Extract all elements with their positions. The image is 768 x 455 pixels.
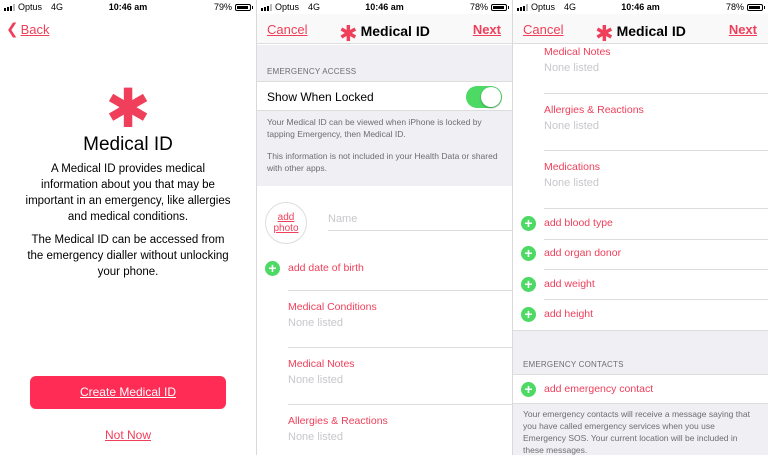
medical-notes-field[interactable]: Medical Notes None listed [288,347,512,404]
add-emergency-contact-label: add emergency contact [544,383,654,395]
edit-screen-bottom: Optus 4G 10:46 am 78% Cancel ✱ Medical ID… [512,0,768,455]
battery-percent: 78% [469,2,488,12]
add-organ-donor-row[interactable]: + add organ donor [513,239,768,269]
status-bar: Optus 4G 10:46 am 78% [513,0,768,14]
add-height-row[interactable]: + add height [513,300,768,330]
field-value: None listed [288,431,344,443]
add-blood-type-label: add blood type [544,217,613,229]
medications-field[interactable]: Medications None listed [544,150,768,207]
field-label: Medications [544,161,601,173]
show-when-locked-label: Show When Locked [267,90,374,104]
back-label: Back [20,22,50,37]
next-button[interactable]: Next [729,22,757,37]
add-height-label: add height [544,308,594,320]
not-now-link[interactable]: Not Now [0,428,256,442]
add-date-of-birth-label: add date of birth [288,262,364,274]
field-label: Medical Conditions [288,301,377,313]
emergency-access-header: EMERGENCY ACCESS [257,45,512,81]
medical-conditions-field[interactable]: Medical Conditions None listed [288,290,512,347]
battery-icon [747,3,765,11]
description-text: A Medical ID provides medical informatio… [25,163,231,223]
field-label: Medical Notes [288,358,355,370]
access-note-text: The Medical ID can be accessed from the … [27,234,229,278]
add-blood-type-row[interactable]: + add blood type [513,209,768,239]
intro-screen: Optus 4G 10:46 am 79% ❮ Back ✱ Medical ID… [0,0,256,455]
field-value: None listed [544,177,600,189]
info-text-2: This information is not included in your… [267,151,498,173]
field-label: Allergies & Reactions [288,415,388,427]
allergies-reactions-field[interactable]: Allergies & Reactions None listed [288,404,512,455]
emergency-access-info: Your Medical ID can be viewed when iPhon… [257,111,512,186]
plus-icon: + [521,277,536,292]
medical-notes-field[interactable]: Medical Notes None listed [544,36,768,93]
add-date-of-birth-row[interactable]: + add date of birth [257,254,512,284]
plus-icon: + [265,261,280,276]
back-button[interactable]: ❮ Back [6,20,49,38]
add-emergency-contact-row[interactable]: + add emergency contact [513,374,768,404]
plus-icon: + [521,307,536,322]
nav-title-label: Medical ID [360,23,430,39]
add-organ-donor-label: add organ donor [544,247,622,259]
nav-bar: Cancel ✱ Medical ID Next [257,14,512,46]
emergency-contacts-header: EMERGENCY CONTACTS [513,330,768,374]
add-photo-button[interactable]: add photo [265,202,307,244]
field-value: None listed [544,120,600,132]
name-input[interactable]: Name [328,213,512,231]
status-bar: Optus 4G 10:46 am 78% [257,0,512,14]
edit-screen-top: Optus 4G 10:46 am 78% Cancel ✱ Medical ID… [256,0,512,455]
create-medical-id-button[interactable]: Create Medical ID [30,376,226,409]
allergies-reactions-field[interactable]: Allergies & Reactions None listed [544,93,768,150]
battery-percent: 78% [725,2,744,12]
plus-icon: + [521,382,536,397]
field-value: None listed [544,62,600,74]
show-when-locked-row: Show When Locked [257,81,512,111]
field-label: Medical Notes [544,46,611,58]
battery-percent: 79% [213,2,232,12]
toggle-knob [481,87,501,107]
field-value: None listed [288,374,344,386]
battery-icon [235,3,253,11]
field-label: Allergies & Reactions [544,104,644,116]
page-title: Medical ID [83,134,173,155]
show-when-locked-toggle[interactable] [466,86,502,108]
medical-asterisk-icon: ✱ [105,79,151,139]
field-value: None listed [288,317,344,329]
emergency-contacts-info: Your emergency contacts will receive a m… [513,404,768,455]
status-bar: Optus 4G 10:46 am 79% [0,0,256,14]
add-weight-row[interactable]: + add weight [513,270,768,300]
plus-icon: + [521,246,536,261]
chevron-left-icon: ❮ [6,21,19,38]
battery-icon [491,3,509,11]
add-weight-label: add weight [544,278,595,290]
plus-icon: + [521,216,536,231]
next-button[interactable]: Next [473,22,501,37]
medical-asterisk-icon: ✱ [339,21,358,46]
info-text-1: Your Medical ID can be viewed when iPhon… [267,117,482,139]
